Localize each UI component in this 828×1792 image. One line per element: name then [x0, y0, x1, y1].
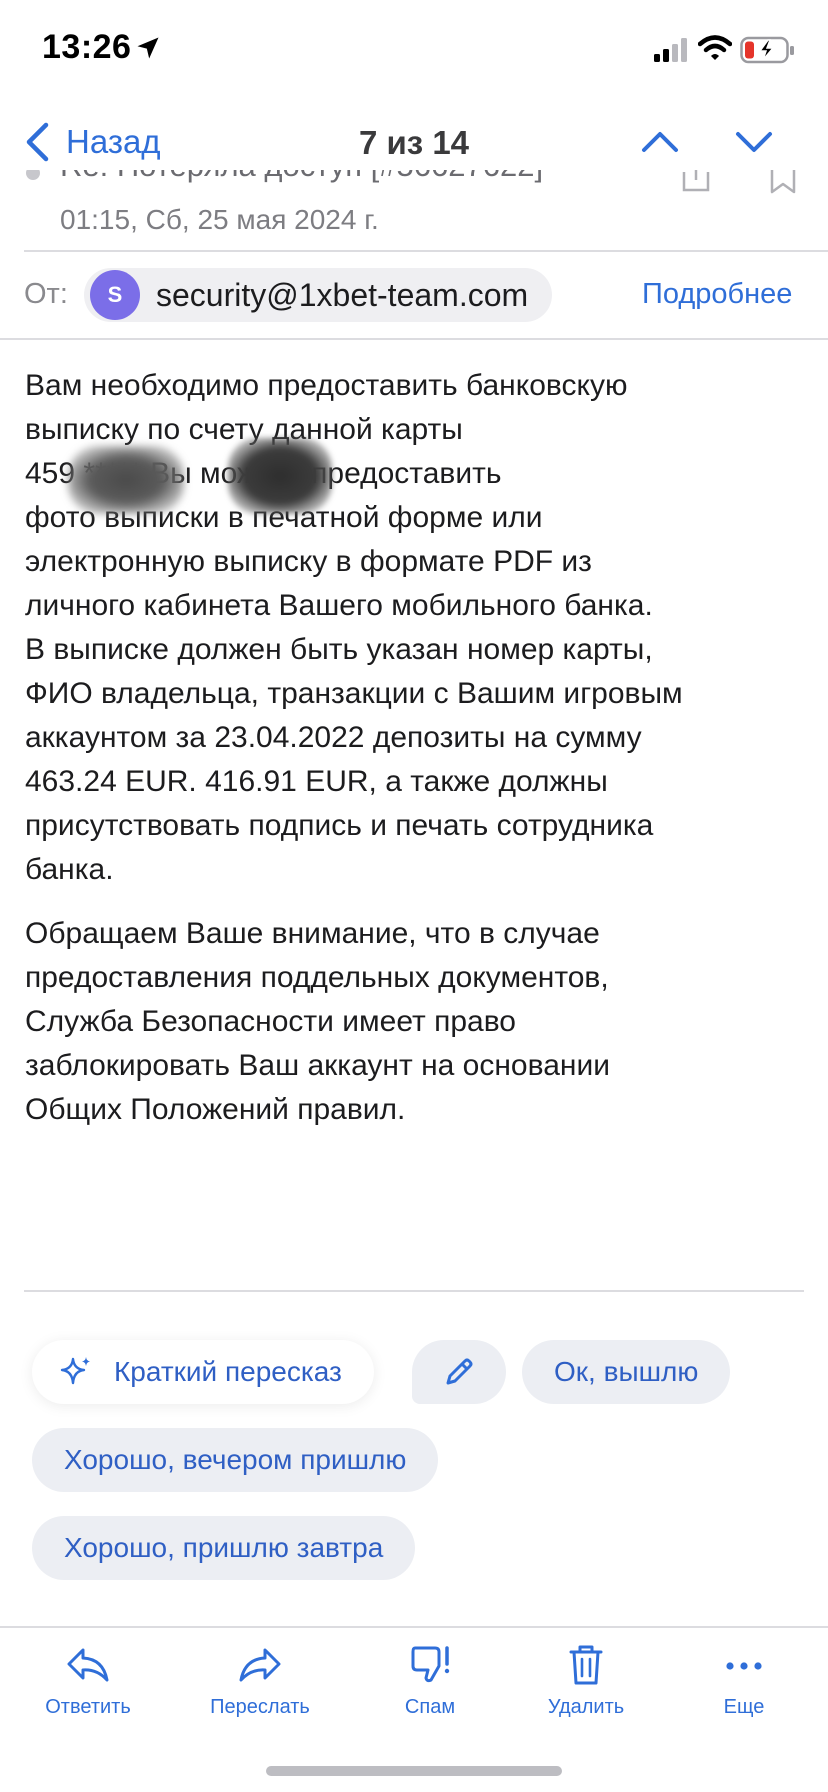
location-arrow-icon [137, 37, 159, 59]
back-button[interactable]: Назад [22, 118, 161, 166]
read-indicator [26, 170, 40, 180]
spam-button[interactable]: Спам [360, 1636, 500, 1719]
sparkle-icon [60, 1357, 90, 1385]
from-label: От: [24, 278, 68, 310]
more-icon [726, 1662, 762, 1670]
message-subject: Re: Потеряла доступ [#56627622] [60, 170, 543, 184]
bookmark-icon[interactable] [768, 170, 798, 194]
trash-icon [569, 1645, 603, 1685]
chevron-down-icon[interactable] [732, 120, 776, 164]
avatar: S [90, 270, 140, 320]
subject-row: Re: Потеряла доступ [#56627622] [0, 170, 828, 206]
forward-icon [239, 1648, 281, 1682]
navigation-bar: Назад 7 из 14 [0, 110, 828, 170]
battery-icon [740, 36, 794, 64]
forward-button[interactable]: Переслать [190, 1636, 330, 1719]
summary-button[interactable]: Краткий пересказ [32, 1340, 374, 1404]
smart-reply-chip[interactable]: Хорошо, вечером пришлю [32, 1428, 439, 1492]
reply-icon [67, 1648, 109, 1682]
smart-reply-chip[interactable]: Хорошо, пришлю завтра [32, 1516, 416, 1580]
bottom-toolbar: Ответить Переслать Спам Удалить Еще [0, 1636, 828, 1736]
divider [24, 1290, 804, 1292]
spam-icon [411, 1646, 450, 1683]
sender-chip[interactable]: S security@1xbet-team.com [84, 268, 553, 322]
forward-label: Переслать [210, 1696, 310, 1718]
body-paragraph-2: Обращаем Ваше внимание, что в случае пре… [25, 917, 610, 1126]
delete-button[interactable]: Удалить [516, 1636, 656, 1719]
share-icon[interactable] [680, 170, 712, 194]
reply-label: Ответить [45, 1696, 131, 1718]
status-bar: 13:26 [0, 0, 828, 100]
chevron-left-icon [26, 122, 49, 162]
chevron-up-icon[interactable] [638, 120, 682, 164]
more-button[interactable]: Еще [674, 1636, 814, 1719]
redaction-blur [228, 438, 332, 514]
message-date: 01:15, Сб, 25 мая 2024 г. [60, 204, 379, 235]
divider [0, 1626, 828, 1628]
smart-reply-chip[interactable]: Ок, вышлю [522, 1340, 731, 1404]
body-paragraph-1: Вам необходимо предоставить банковскую в… [25, 369, 683, 886]
redaction-blur [68, 446, 184, 514]
wifi-icon [698, 35, 732, 60]
back-label: Назад [66, 123, 161, 160]
spam-label: Спам [404, 1696, 456, 1718]
reply-button[interactable]: Ответить [18, 1636, 158, 1719]
sender-email: security@1xbet-team.com [156, 276, 529, 313]
home-indicator[interactable] [266, 1766, 562, 1776]
delete-label: Удалить [547, 1696, 625, 1718]
summary-label: Краткий пересказ [114, 1356, 342, 1387]
status-time: 13:26 [42, 28, 132, 66]
divider [0, 338, 828, 340]
details-link[interactable]: Подробнее [642, 278, 792, 311]
more-label: Еще [723, 1696, 765, 1718]
compose-reply-button[interactable] [412, 1340, 506, 1404]
from-row: От: S security@1xbet-team.com Подробнее [0, 266, 828, 326]
divider [24, 250, 828, 252]
pencil-icon [446, 1358, 473, 1385]
signal-icon [654, 38, 687, 62]
